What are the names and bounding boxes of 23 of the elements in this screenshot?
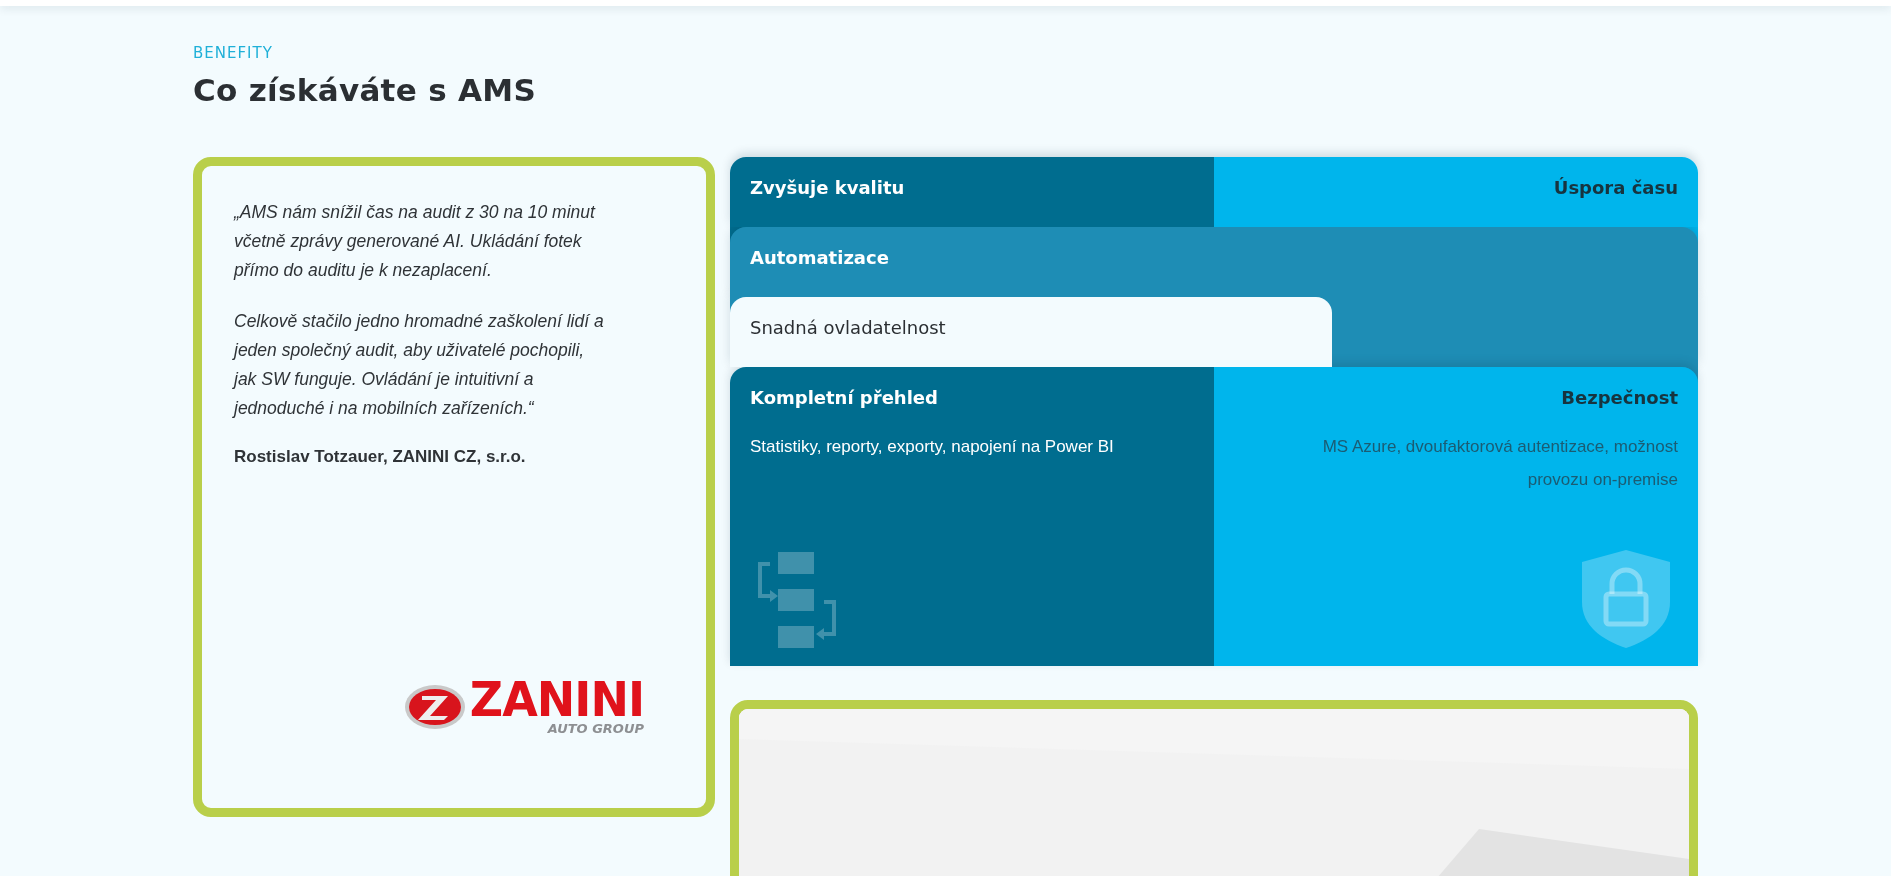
benefit-title: Automatizace (750, 247, 889, 268)
shield-lock-icon (1582, 550, 1670, 648)
benefit-title: Snadná ovladatelnost (750, 317, 946, 338)
logo-name: ZANINI (469, 675, 644, 723)
benefit-title: Kompletní přehled (750, 387, 938, 408)
benefit-title: Zvyšuje kvalitu (750, 177, 905, 198)
benefit-panel[interactable]: Kompletní přehled Statistiky, reporty, exporty, napojení na Power BI (730, 367, 1214, 666)
benefit-tab[interactable]: Zvyšuje kvalitu (730, 157, 1214, 227)
benefit-panel[interactable]: Bezpečnost MS Azure, dvoufaktorová autentizace, možnost provozu on-premise (1214, 367, 1698, 666)
benefit-tab[interactable]: Úspora času (1214, 157, 1698, 227)
benefit-title: Bezpečnost (1561, 387, 1678, 408)
section-eyebrow: BENEFITY (193, 44, 273, 62)
benefit-title: Úspora času (1553, 177, 1678, 198)
benefit-tab[interactable]: Automatizace (730, 227, 1698, 297)
benefit-description: Statistiky, reporty, exporty, napojení na Power BI (750, 436, 1114, 458)
logo-tagline: AUTO GROUP (547, 721, 644, 736)
section-title: Co získáváte s AMS (193, 72, 537, 108)
logo-emblem-icon (403, 683, 466, 730)
quote-author: Rostislav Totzauer, ZANINI CZ, s.r.o. (234, 447, 526, 467)
quote-paragraph: Celkově stačilo jedno hromadné zaškolení lidí a jeden společný audit, aby uživatelé pochopili, jak SW funguje. Ovládání je intuitivní a jednoduché i na mobilních zařízeních.“ (234, 310, 605, 420)
benefit-description: MS Azure, dvoufaktorová autentizace, možnost provozu on-premise (1321, 436, 1678, 491)
quote-paragraph: „AMS nám snížil čas na audit z 30 na 10 minut včetně zprávy generované AI. Ukládání fotek přímo do auditu je k nezaplacení. (234, 201, 597, 282)
benefit-tab[interactable]: Snadná ovladatelnost (730, 297, 1332, 367)
